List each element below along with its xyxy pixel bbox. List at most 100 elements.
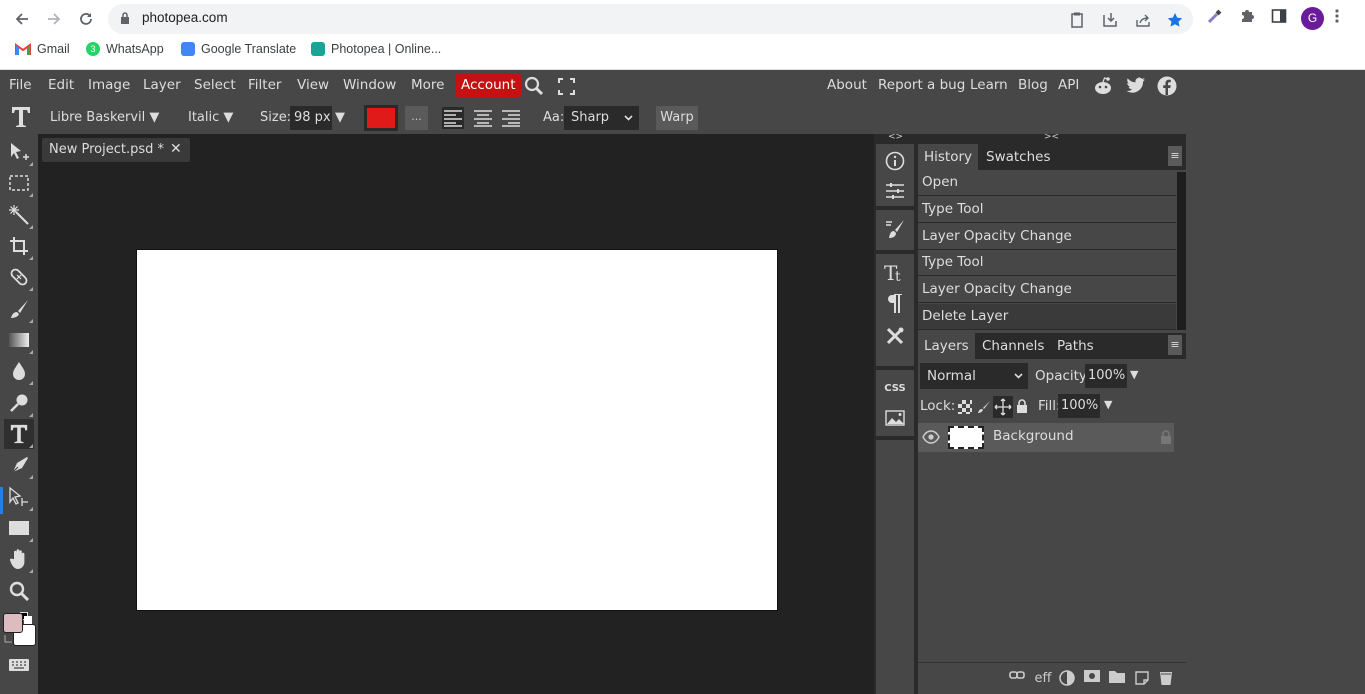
tab-layers[interactable]: Layers [918,333,975,359]
font-size-input[interactable]: 98 px [290,106,332,130]
reddit-icon[interactable] [1093,76,1113,96]
blend-mode-select[interactable]: Normal [920,363,1028,389]
align-center-button[interactable] [472,107,494,129]
tab-channels[interactable]: Channels [976,333,1050,359]
align-right-button[interactable] [500,107,522,129]
extensions-puzzle-icon[interactable] [1239,8,1257,26]
tab-paths[interactable]: Paths [1051,333,1100,359]
tools-icon[interactable] [880,322,910,350]
menu-more[interactable]: More [411,77,444,93]
adjustments-icon[interactable] [880,177,910,205]
menu-select[interactable]: Select [194,77,236,93]
layer-mask-icon[interactable] [1084,670,1102,688]
pen-tool[interactable] [4,450,34,480]
antialias-select[interactable]: Sharp [564,106,639,130]
layer-row-background[interactable]: Background [918,423,1174,452]
tab-swatches[interactable]: Swatches [980,144,1057,170]
fullscreen-icon[interactable] [558,78,575,95]
lock-transparency-icon[interactable] [958,400,972,414]
delete-layer-trash-icon[interactable] [1159,670,1177,688]
bookmark-gmail[interactable]: Gmail [15,42,70,56]
image-icon[interactable] [880,404,910,432]
lock-all-icon[interactable] [1016,399,1028,414]
new-group-folder-icon[interactable] [1109,670,1127,688]
profile-avatar[interactable]: G [1301,7,1324,30]
twitter-icon[interactable] [1126,77,1146,95]
link-blog[interactable]: Blog [1018,77,1048,93]
facebook-icon[interactable] [1157,76,1177,96]
link-learn[interactable]: Learn [970,77,1008,93]
visibility-eye-icon[interactable] [922,430,940,444]
history-item[interactable]: Layer Opacity Change [918,277,1176,303]
side-panel-icon[interactable] [1271,8,1289,26]
font-family-select[interactable]: Libre Baskervil ▼ [50,110,159,125]
reload-button[interactable] [73,6,99,32]
forward-button[interactable] [41,6,67,32]
magic-wand-tool[interactable] [4,200,34,230]
eyedropper-extension-icon[interactable] [1207,8,1225,26]
text-options-button[interactable]: ... [405,106,428,130]
tab-history[interactable]: History [918,144,979,170]
opacity-input[interactable]: 100% [1085,364,1127,388]
bookmark-photopea[interactable]: Photopea | Online... [311,42,441,56]
share-icon[interactable] [1135,12,1151,28]
foreground-color-swatch[interactable] [3,613,23,633]
layers-panel-menu-icon[interactable]: ≡ [1168,335,1182,355]
history-item[interactable]: Open [918,170,1176,196]
close-document-icon[interactable]: ✕ [170,141,182,157]
healing-tool[interactable] [4,262,34,292]
menu-filter[interactable]: Filter [248,77,281,93]
history-item-current[interactable]: Delete Layer [918,304,1176,330]
swap-colors-icon[interactable] [4,634,13,643]
chrome-menu-icon[interactable] [1335,8,1353,26]
address-bar[interactable]: photopea.com [108,4,1193,34]
clipboard-icon[interactable] [1070,12,1086,28]
history-item[interactable]: Type Tool [918,197,1176,223]
layer-name[interactable]: Background [993,428,1074,444]
search-icon[interactable] [524,76,544,96]
menu-edit[interactable]: Edit [48,77,74,93]
bookmark-whatsapp[interactable]: 3 WhatsApp [86,42,164,56]
align-left-button[interactable] [442,107,464,129]
history-panel-menu-icon[interactable]: ≡ [1168,146,1182,166]
blur-tool[interactable] [4,356,34,386]
document-canvas[interactable] [136,249,778,611]
lock-pixels-icon[interactable] [977,400,991,414]
account-button[interactable]: Account [456,74,521,97]
expand-panels-icon[interactable]: <> [888,132,903,142]
link-about[interactable]: About [827,77,867,93]
menu-image[interactable]: Image [88,77,130,93]
link-layers-icon[interactable] [1009,670,1027,688]
path-select-tool[interactable] [4,482,34,512]
brush-tool[interactable] [4,294,34,324]
paragraph-icon[interactable] [880,290,910,318]
menu-window[interactable]: Window [343,77,396,93]
crop-tool[interactable] [4,231,34,261]
install-icon[interactable] [1102,12,1118,28]
gradient-tool[interactable] [4,325,34,355]
font-style-select[interactable]: Italic ▼ [188,110,233,125]
lock-position-icon[interactable] [993,396,1013,418]
move-tool[interactable] [4,137,34,167]
bookmark-star-icon[interactable] [1167,12,1183,28]
rectangle-tool[interactable] [4,513,34,543]
type-tool[interactable] [4,419,34,449]
fill-input[interactable]: 100% [1058,394,1100,418]
hand-tool[interactable] [4,544,34,574]
fill-dropdown-icon[interactable]: ▼ [1104,398,1112,411]
history-item[interactable]: Type Tool [918,250,1176,276]
css-icon[interactable]: CSS [880,374,910,402]
adjustment-layer-icon[interactable] [1059,670,1077,688]
history-item[interactable]: Layer Opacity Change [918,224,1176,250]
link-report-bug[interactable]: Report a bug [878,77,965,93]
menu-view[interactable]: View [297,77,329,93]
marquee-tool[interactable] [4,168,34,198]
keyboard-button[interactable] [4,654,34,676]
link-api[interactable]: API [1058,77,1079,93]
character-icon[interactable]: Tt [880,258,910,286]
menu-file[interactable]: File [9,77,32,93]
bookmark-google-translate[interactable]: Google Translate [181,42,296,56]
brush-settings-icon[interactable] [880,215,910,243]
font-size-dropdown[interactable]: ▼ [335,110,345,125]
back-button[interactable] [9,6,35,32]
